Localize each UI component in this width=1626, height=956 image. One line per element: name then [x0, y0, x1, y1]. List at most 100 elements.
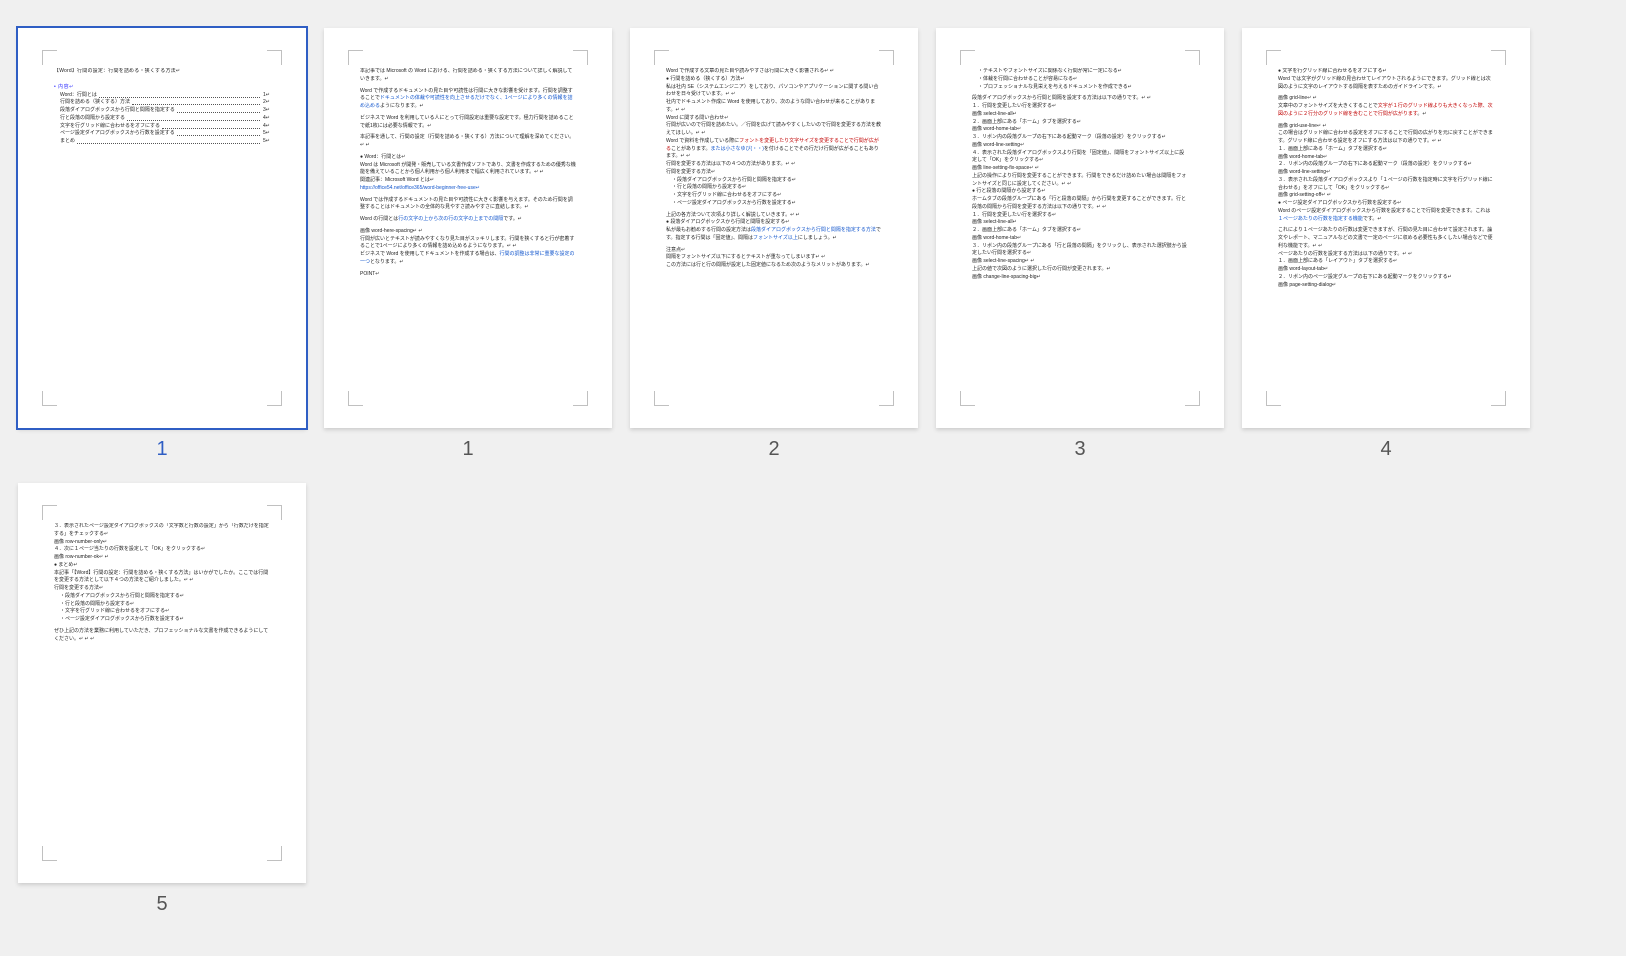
toc-page: 1↵: [262, 92, 270, 100]
list-item: ページ設定ダイアログボックスから行数を設定する↵: [54, 616, 270, 624]
toc-page: 4↵: [262, 115, 270, 123]
toc-entry: 行間を詰める（狭くする）方法2↵: [60, 99, 270, 107]
section-heading: 行間を詰める（狭くする）方法↵: [666, 76, 882, 84]
paragraph: Word では文字がグリッド線の見合わせてレイアウトされるようにできます。グリッ…: [1278, 76, 1494, 92]
paragraph: 画像 select-line-spacing↵ ↵: [972, 258, 1188, 266]
paragraph: 画像 grid-line↵ ↵: [1278, 95, 1494, 103]
paragraph: 上記の値で次図のように選択した行の行間が変更されます。↵: [972, 266, 1188, 274]
page-number-label: 4: [1380, 438, 1391, 461]
page-number-label: 1: [156, 438, 167, 461]
crop-mark: [960, 50, 975, 65]
thumbnail-2[interactable]: Word で作成する文章の見た目や読みやすさは行間に大きく影響される↵ ↵行間を…: [630, 28, 918, 461]
paragraph: Word で資料を作成している際にフォントを変更したり文字サイズを変更することで…: [666, 138, 882, 161]
crop-mark: [573, 391, 588, 406]
paragraph: 画像 select-line-all↵: [972, 219, 1188, 227]
toc-leader: [127, 115, 260, 121]
paragraph: １．画面上部にある「ホーム」タブを選択する↵: [1278, 146, 1494, 154]
paragraph: 画像 word-here-spacing↵ ↵: [360, 228, 576, 236]
paragraph: Word では作成するドキュメントの見た目や可読性に大きく影響を与えます。そのた…: [360, 197, 576, 213]
page-number-label: 3: [1074, 438, 1085, 461]
crop-mark: [42, 846, 57, 861]
list-item: 行と段落の間隔から設定する↵: [666, 184, 882, 192]
paragraph: Word で作成する文章の見た目や読みやすさは行間に大きく影響される↵ ↵: [666, 68, 882, 76]
paragraph: 画像 row-number-ok↵ ↵: [54, 554, 270, 562]
paragraph: ホームタブの段落グループにある「行と段落の間隔」から行間を変更することができます…: [972, 196, 1188, 212]
crop-mark: [348, 391, 363, 406]
text-run: 行の文字の上から次の行の文字の上までの間隔: [398, 216, 503, 222]
text-run: フォントサイズ以上: [753, 235, 798, 241]
paragraph: 文章中のフォントサイズを大きくすることで文字が１行のグリッド線よりも大きくなった…: [1278, 103, 1494, 119]
page-preview: 文字を行グリッド線に合わせるをオフにする↵Word では文字がグリッド線の見合わ…: [1242, 28, 1530, 428]
crop-mark: [267, 846, 282, 861]
section-heading: 行と段落の間隔から設定する↵: [972, 188, 1188, 196]
paragraph: 画像 word-line-setting↵: [1278, 169, 1494, 177]
page-body: テキストやフォントサイズに関係なく行間が常に一定になる↵体裁を行間に合わせること…: [972, 68, 1188, 392]
text-run: １ページあたりの行数を指定する機能: [1278, 216, 1363, 222]
thumbnail-0[interactable]: 【Word】行間の設定：行間を詰める・狭くする方法↵• 内容↵Word：行間とは…: [18, 28, 306, 461]
thumbnail-5[interactable]: ３．表示されたページ設定ダイアログボックスの「文字数と行数の設定」から「行数だけ…: [18, 483, 306, 916]
crop-mark: [879, 50, 894, 65]
paragraph: ３．リボン内の段落グループにある「行と段落の間隔」をクリックし、表示された選択肢…: [972, 243, 1188, 259]
list-item: 段落ダイアログボックスから行間と間隔を指定する↵: [54, 593, 270, 601]
toc-heading: • 内容↵: [54, 84, 270, 92]
row-2: ３．表示されたページ設定ダイアログボックスの「文字数と行数の設定」から「行数だけ…: [18, 483, 1608, 916]
thumbnail-3[interactable]: テキストやフォントサイズに関係なく行間が常に一定になる↵体裁を行間に合わせること…: [936, 28, 1224, 461]
paragraph: この場合はグリッド線に合わせる設定をオフにすることで行間の広がりを元に戻すことが…: [1278, 130, 1494, 146]
paragraph: 画像 word-line-setting↵: [972, 142, 1188, 150]
thumbnail-4[interactable]: 文字を行グリッド線に合わせるをオフにする↵Word では文字がグリッド線の見合わ…: [1242, 28, 1530, 461]
toc-entry: まとめ 5↵: [60, 138, 270, 146]
paragraph: 社内でドキュメント作成に Word を使用しており、次のような問い合わせが来るこ…: [666, 99, 882, 115]
section-heading: 文字を行グリッド線に合わせるをオフにする↵: [1278, 68, 1494, 76]
paragraph: 画像 word-layout-tab↵: [1278, 266, 1494, 274]
paragraph: Word の行間とは行の文字の上から次の行の文字の上までの間隔です。↵: [360, 216, 576, 224]
page-preview: 【Word】行間の設定：行間を詰める・狭くする方法↵• 内容↵Word：行間とは…: [18, 28, 306, 428]
toc-entry: 段落ダイアログボックスから行間と間隔を指定する3↵: [60, 107, 270, 115]
page-preview: テキストやフォントサイズに関係なく行間が常に一定になる↵体裁を行間に合わせること…: [936, 28, 1224, 428]
toc-entry: ページ設定ダイアログボックスから行数を設定する5↵: [60, 130, 270, 138]
list-item: プロフェッショナルな見栄えを与えるドキュメントを作成できる↵: [972, 84, 1188, 92]
crop-mark: [267, 505, 282, 520]
paragraph: ３．表示された段落ダイアログボックスより「１ページの行数を指定時に文字を行グリッ…: [1278, 177, 1494, 193]
toc-title: 行と段落の間隔から設定する: [60, 115, 125, 123]
toc-leader: [99, 92, 260, 98]
section-heading: ページ設定ダイアログボックスから行数を設定する↵: [1278, 200, 1494, 208]
crop-mark: [879, 391, 894, 406]
crop-mark: [1185, 391, 1200, 406]
paragraph: 本記事を通して、行間の設定（行間を詰める・狭くする）方法について理解を深めてくだ…: [360, 134, 576, 150]
paragraph: １．行間を変更したい行を選択する↵: [972, 103, 1188, 111]
paragraph: 段落ダイアログボックスから行間と間隔を設定する方法は以下の通りです。↵ ↵: [972, 95, 1188, 103]
paragraph: 行間が広いので行間を詰めたい。／行間を広げて読みやすくしたいので行間を変更する方…: [666, 122, 882, 138]
text-run: または小さなゆび(・・): [711, 146, 764, 152]
page-preview: ３．表示されたページ設定ダイアログボックスの「文字数と行数の設定」から「行数だけ…: [18, 483, 306, 883]
thumbnail-1[interactable]: 本記事では Microsoft の Word における、行間を詰める・狭くする方…: [324, 28, 612, 461]
text-run: となります。↵: [370, 259, 404, 265]
toc-title: まとめ: [60, 138, 75, 146]
crop-mark: [1185, 50, 1200, 65]
text-run: です。↵: [1363, 216, 1382, 222]
paragraph: 行間を変更する方法↵: [54, 585, 270, 593]
toc-title: 行間を詰める（狭くする）方法: [60, 99, 130, 107]
text-run: 段落ダイアログボックスから行間と間隔を指定する方法: [751, 227, 876, 233]
paragraph: 行間を変更する方法↵: [666, 169, 882, 177]
toc-leader: [162, 123, 260, 129]
thumbnail-board: 【Word】行間の設定：行間を詰める・狭くする方法↵• 内容↵Word：行間とは…: [0, 0, 1626, 956]
list-item: 文字を行グリッド線に合わせるをオフにする↵: [666, 192, 882, 200]
paragraph: 画像 word-home-tab↵: [972, 235, 1188, 243]
text-run: にしましょう。↵: [798, 235, 837, 241]
section-heading: まとめ↵: [54, 562, 270, 570]
paragraph: ３．表示されたページ設定ダイアログボックスの「文字数と行数の設定」から「行数だけ…: [54, 523, 270, 539]
page-body: Word で作成する文章の見た目や読みやすさは行間に大きく影響される↵ ↵行間を…: [666, 68, 882, 392]
toc-page: 5↵: [262, 138, 270, 146]
crop-mark: [42, 50, 57, 65]
crop-mark: [654, 50, 669, 65]
paragraph: 私が最もお勧めする行間の設定方法は段落ダイアログボックスから行間と間隔を指定する…: [666, 227, 882, 243]
paragraph: ビジネスで Word を利用している人にとって行間設定は重要な設定です。極力行間…: [360, 115, 576, 131]
page-body: 【Word】行間の設定：行間を詰める・狭くする方法↵• 内容↵Word：行間とは…: [54, 68, 270, 392]
paragraph: 画像 grid-setting-off↵ ↵: [1278, 192, 1494, 200]
page-body: ３．表示されたページ設定ダイアログボックスの「文字数と行数の設定」から「行数だけ…: [54, 523, 270, 847]
paragraph: ３．リボン内の段落グループの右下にある起動マーク（段落の設定）をクリックする↵: [972, 134, 1188, 142]
toc-page: 4↵: [262, 123, 270, 131]
paragraph: 画像 select-line-all↵: [972, 111, 1188, 119]
crop-mark: [960, 391, 975, 406]
paragraph: この方法には行と行の間隔が設定した固定値になるため次のようなメリットがあります。…: [666, 262, 882, 270]
